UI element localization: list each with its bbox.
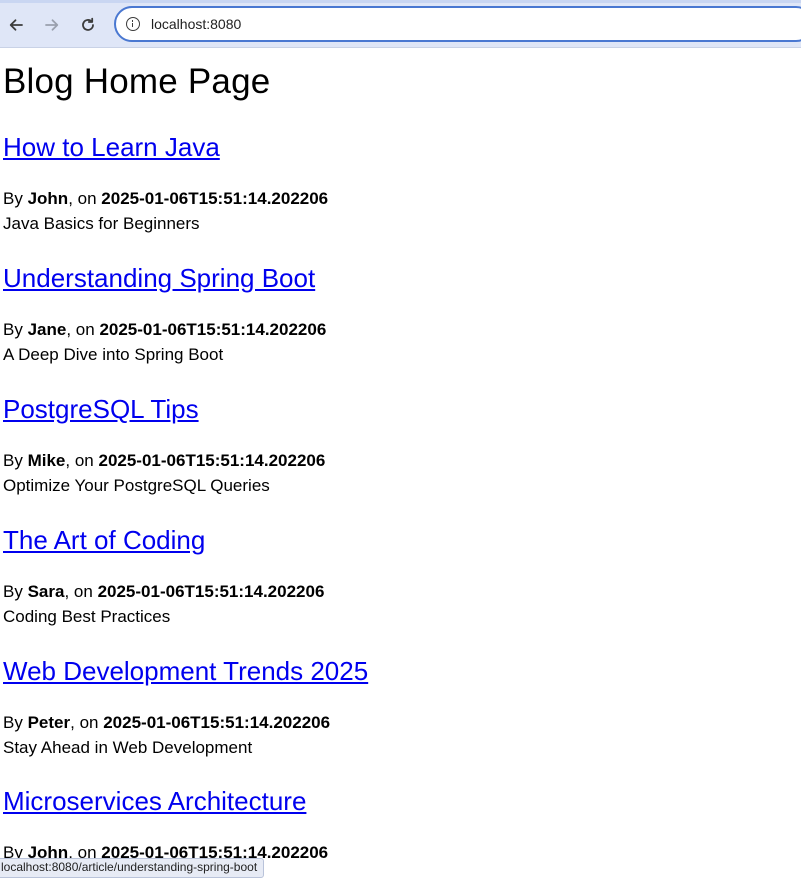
arrow-left-icon — [9, 19, 23, 31]
post-meta: By Mike, on 2025-01-06T15:51:14.202206 — [3, 451, 326, 470]
tab-strip-edge — [0, 0, 801, 3]
post-author: Jane — [27, 320, 67, 339]
post-date: 2025-01-06T15:51:14.202206 — [99, 320, 327, 339]
back-button[interactable] — [3, 12, 29, 38]
by-label: By — [3, 320, 23, 339]
post-summary: A Deep Dive into Spring Boot — [3, 345, 224, 364]
on-label: on — [77, 189, 97, 208]
post-meta: By Jane, on 2025-01-06T15:51:14.202206 — [3, 320, 327, 339]
post-item: How to Learn Java By John, on 2025-01-06… — [3, 132, 328, 236]
post-item: Understanding Spring Boot By Jane, on 20… — [3, 263, 326, 367]
post-title-link[interactable]: Web Development Trends 2025 — [3, 656, 368, 686]
by-label: By — [3, 713, 23, 732]
post-item: Web Development Trends 2025 By Peter, on… — [3, 656, 368, 760]
post-meta: By John, on 2025-01-06T15:51:14.202206 — [3, 189, 329, 208]
post-title-link[interactable]: Understanding Spring Boot — [3, 263, 326, 293]
browser-toolbar: localhost:8080 — [0, 0, 801, 48]
by-label: By — [3, 189, 23, 208]
post-author: John — [27, 189, 69, 208]
post-item: The Art of Coding By Sara, on 2025-01-06… — [3, 525, 324, 629]
post-title-link[interactable]: The Art of Coding — [3, 525, 324, 555]
on-label: on — [79, 713, 99, 732]
post-meta: By Sara, on 2025-01-06T15:51:14.202206 — [3, 582, 325, 601]
on-label: on — [74, 451, 94, 470]
post-title-link[interactable]: Microservices Architecture — [3, 786, 328, 816]
address-bar[interactable]: localhost:8080 — [114, 6, 801, 42]
post-author: Mike — [27, 451, 66, 470]
post-date: 2025-01-06T15:51:14.202206 — [97, 582, 325, 601]
post-author: Peter — [27, 713, 71, 732]
post-summary: Optimize Your PostgreSQL Queries — [3, 476, 270, 495]
by-label: By — [3, 582, 23, 601]
url-text: localhost:8080 — [151, 16, 242, 32]
post-item: PostgreSQL Tips By Mike, on 2025-01-06T1… — [3, 394, 325, 498]
post-summary: Coding Best Practices — [3, 607, 171, 626]
post-title-link[interactable]: How to Learn Java — [3, 132, 328, 162]
reload-icon — [82, 17, 94, 31]
post-author: Sara — [27, 582, 65, 601]
on-label: on — [73, 582, 93, 601]
site-info-icon[interactable] — [126, 17, 140, 31]
page-title: Blog Home Page — [3, 62, 271, 101]
link-status-bar: localhost:8080/article/understanding-spr… — [0, 858, 265, 878]
post-date: 2025-01-06T15:51:14.202206 — [98, 451, 326, 470]
arrow-right-icon — [45, 19, 59, 31]
post-meta: By Peter, on 2025-01-06T15:51:14.202206 — [3, 713, 331, 732]
post-summary: Java Basics for Beginners — [3, 214, 200, 233]
on-label: on — [75, 320, 95, 339]
reload-button[interactable] — [75, 12, 101, 38]
forward-button[interactable] — [39, 12, 65, 38]
post-date: 2025-01-06T15:51:14.202206 — [101, 189, 329, 208]
post-item: Microservices Architecture By John, on 2… — [3, 786, 328, 865]
post-title-link[interactable]: PostgreSQL Tips — [3, 394, 325, 424]
by-label: By — [3, 451, 23, 470]
post-summary: Stay Ahead in Web Development — [3, 738, 253, 757]
post-date: 2025-01-06T15:51:14.202206 — [103, 713, 331, 732]
